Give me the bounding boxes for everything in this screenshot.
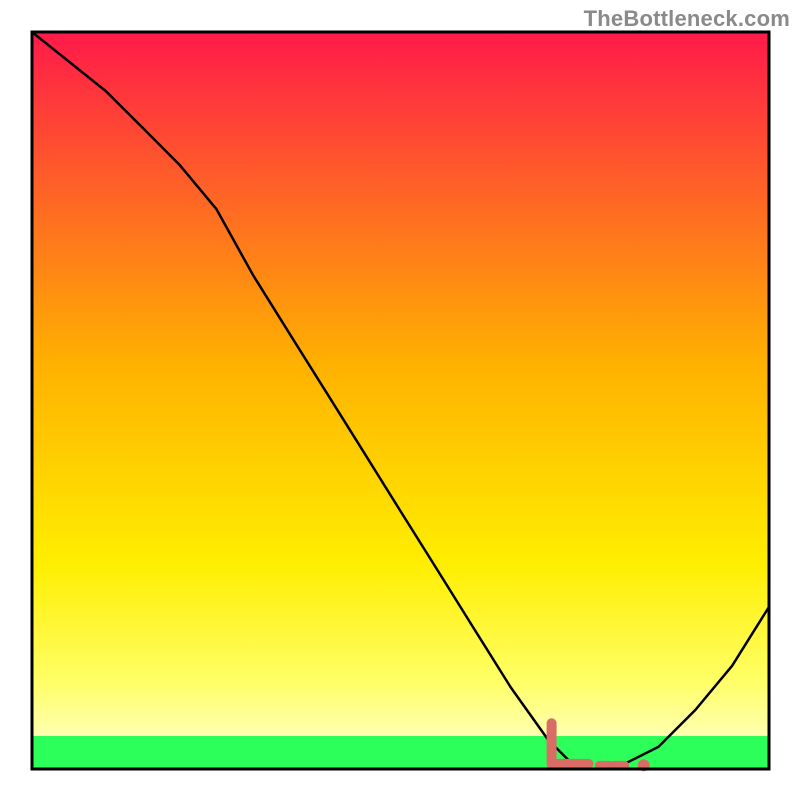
- watermark-text: TheBottleneck.com: [584, 6, 790, 32]
- chart-container: TheBottleneck.com: [0, 0, 800, 800]
- plot-background: [32, 32, 769, 769]
- chart-svg: [0, 0, 800, 800]
